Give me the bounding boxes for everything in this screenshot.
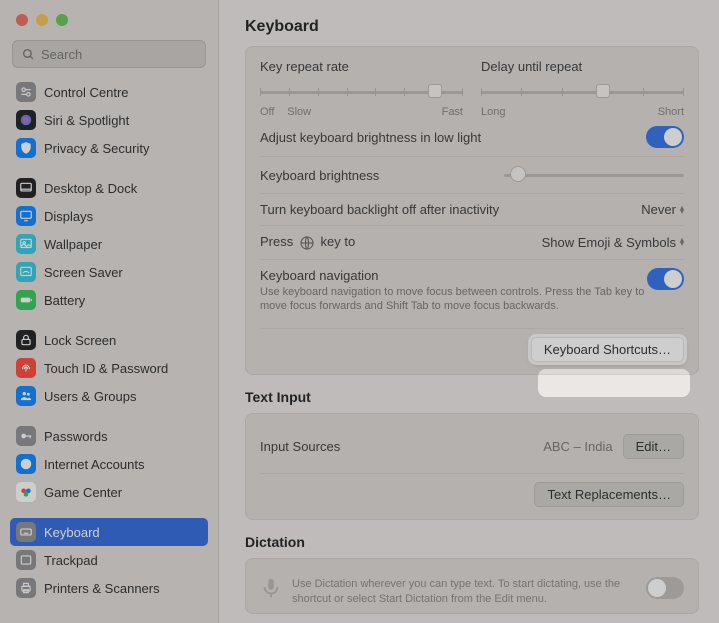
touch-id-icon bbox=[16, 358, 36, 378]
siri-icon bbox=[16, 110, 36, 130]
sidebar-item-label: Trackpad bbox=[44, 553, 98, 568]
sidebar-item-lock-screen[interactable]: Lock Screen bbox=[10, 326, 208, 354]
key-repeat-slider[interactable] bbox=[260, 82, 463, 102]
keyboard-settings-panel: Key repeat rate Off Slow Fast Delay unti… bbox=[245, 46, 699, 375]
sidebar-item-label: Touch ID & Password bbox=[44, 361, 168, 376]
dictation-toggle[interactable] bbox=[646, 577, 684, 599]
globe-icon bbox=[299, 235, 315, 251]
displays-icon bbox=[16, 206, 36, 226]
text-replacements-button[interactable]: Text Replacements… bbox=[534, 482, 684, 507]
sidebar-item-label: Printers & Scanners bbox=[44, 581, 160, 596]
sidebar-item-label: Lock Screen bbox=[44, 333, 116, 348]
minimize-window-button[interactable] bbox=[36, 14, 48, 26]
backlight-off-popup[interactable]: Never ▴▾ bbox=[641, 202, 684, 217]
sidebar-item-internet-accounts[interactable]: @ Internet Accounts bbox=[10, 450, 208, 478]
sidebar-item-wallpaper[interactable]: Wallpaper bbox=[10, 230, 208, 258]
sidebar-item-trackpad[interactable]: Trackpad bbox=[10, 546, 208, 574]
svg-text:@: @ bbox=[22, 461, 29, 468]
close-window-button[interactable] bbox=[16, 14, 28, 26]
screen-saver-icon bbox=[16, 262, 36, 282]
input-sources-label: Input Sources bbox=[260, 439, 340, 454]
dictation-panel: Use Dictation wherever you can type text… bbox=[245, 558, 699, 614]
sidebar-item-privacy-security[interactable]: Privacy & Security bbox=[10, 134, 208, 162]
tick-off: Off bbox=[260, 106, 274, 118]
search-input[interactable] bbox=[12, 40, 206, 68]
sidebar-item-label: Game Center bbox=[44, 485, 122, 500]
tick-long: Long bbox=[481, 106, 505, 118]
chevron-updown-icon: ▴▾ bbox=[680, 206, 684, 214]
sidebar-item-label: Keyboard bbox=[44, 525, 100, 540]
sidebar-item-printers-scanners[interactable]: Printers & Scanners bbox=[10, 574, 208, 602]
desktop-dock-icon bbox=[16, 178, 36, 198]
sidebar-item-label: Internet Accounts bbox=[44, 457, 144, 472]
window-controls bbox=[0, 0, 218, 26]
text-input-heading: Text Input bbox=[245, 389, 699, 413]
printers-icon bbox=[16, 578, 36, 598]
sidebar-item-label: Displays bbox=[44, 209, 93, 224]
sidebar-item-label: Passwords bbox=[44, 429, 108, 444]
trackpad-icon bbox=[16, 550, 36, 570]
search-icon bbox=[22, 48, 35, 61]
sidebar-item-passwords[interactable]: Passwords bbox=[10, 422, 208, 450]
sidebar-item-label: Users & Groups bbox=[44, 389, 136, 404]
backlight-off-label: Turn keyboard backlight off after inacti… bbox=[260, 202, 499, 217]
sidebar-item-touch-id-password[interactable]: Touch ID & Password bbox=[10, 354, 208, 382]
control-centre-icon bbox=[16, 82, 36, 102]
sidebar-item-control-centre[interactable]: Control Centre bbox=[10, 78, 208, 106]
sidebar-item-game-center[interactable]: Game Center bbox=[10, 478, 208, 506]
press-globe-label: Press key to bbox=[260, 234, 355, 251]
chevron-updown-icon: ▴▾ bbox=[680, 238, 684, 246]
keyboard-nav-toggle[interactable] bbox=[647, 268, 684, 290]
battery-icon bbox=[16, 290, 36, 310]
sidebar-item-keyboard[interactable]: Keyboard bbox=[10, 518, 208, 546]
lock-screen-icon bbox=[16, 330, 36, 350]
sidebar-item-label: Desktop & Dock bbox=[44, 181, 137, 196]
sidebar-item-screen-saver[interactable]: Screen Saver bbox=[10, 258, 208, 286]
sidebar-item-siri-spotlight[interactable]: Siri & Spotlight bbox=[10, 106, 208, 134]
delay-label: Delay until repeat bbox=[481, 59, 684, 74]
wallpaper-icon bbox=[16, 234, 36, 254]
page-title: Keyboard bbox=[245, 0, 699, 46]
game-center-icon bbox=[16, 482, 36, 502]
sidebar-item-users-groups[interactable]: Users & Groups bbox=[10, 382, 208, 410]
sidebar-item-label: Siri & Spotlight bbox=[44, 113, 129, 128]
keyboard-shortcuts-button[interactable]: Keyboard Shortcuts… bbox=[531, 337, 684, 362]
brightness-label: Keyboard brightness bbox=[260, 168, 379, 183]
sidebar-item-battery[interactable]: Battery bbox=[10, 286, 208, 314]
sidebar-item-label: Screen Saver bbox=[44, 265, 123, 280]
sidebar-item-label: Wallpaper bbox=[44, 237, 102, 252]
main-content: Keyboard Key repeat rate Off Slow Fast bbox=[219, 0, 719, 623]
sidebar-item-label: Privacy & Security bbox=[44, 141, 149, 156]
press-globe-popup[interactable]: Show Emoji & Symbols ▴▾ bbox=[542, 235, 684, 250]
tick-short: Short bbox=[658, 106, 684, 118]
sidebar-item-displays[interactable]: Displays bbox=[10, 202, 208, 230]
sidebar-item-desktop-dock[interactable]: Desktop & Dock bbox=[10, 174, 208, 202]
keyboard-nav-label: Keyboard navigation bbox=[260, 268, 647, 283]
input-sources-value: ABC – India bbox=[543, 439, 612, 454]
brightness-auto-toggle[interactable] bbox=[646, 126, 684, 148]
privacy-icon bbox=[16, 138, 36, 158]
dictation-description: Use Dictation wherever you can type text… bbox=[292, 577, 636, 607]
brightness-auto-label: Adjust keyboard brightness in low light bbox=[260, 130, 481, 145]
keyboard-icon bbox=[16, 522, 36, 542]
delay-slider[interactable] bbox=[481, 82, 684, 102]
microphone-icon bbox=[260, 577, 282, 599]
sidebar: Control Centre Siri & Spotlight Privacy & … bbox=[0, 0, 219, 623]
key-repeat-label: Key repeat rate bbox=[260, 59, 463, 74]
sidebar-item-label: Battery bbox=[44, 293, 85, 308]
users-groups-icon bbox=[16, 386, 36, 406]
input-sources-edit-button[interactable]: Edit… bbox=[623, 434, 684, 459]
zoom-window-button[interactable] bbox=[56, 14, 68, 26]
internet-accounts-icon: @ bbox=[16, 454, 36, 474]
keyboard-nav-sub: Use keyboard navigation to move focus be… bbox=[260, 285, 647, 315]
dictation-heading: Dictation bbox=[245, 534, 699, 558]
brightness-slider[interactable] bbox=[504, 165, 684, 185]
passwords-icon bbox=[16, 426, 36, 446]
tick-slow: Slow bbox=[287, 106, 311, 118]
text-input-panel: Input Sources ABC – India Edit… Text Rep… bbox=[245, 413, 699, 520]
tick-fast: Fast bbox=[442, 106, 463, 118]
sidebar-item-label: Control Centre bbox=[44, 85, 129, 100]
